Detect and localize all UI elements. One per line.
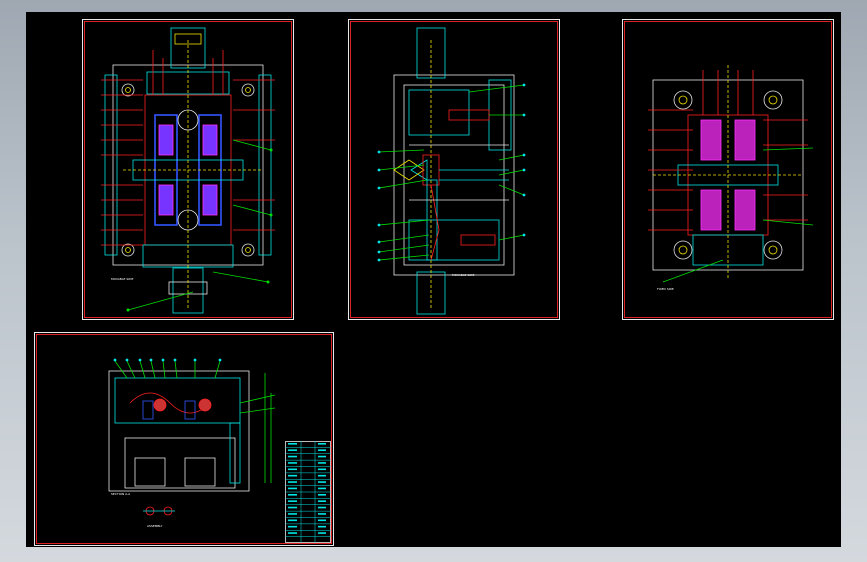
title-block-cell-text: [288, 443, 297, 445]
title-block-cell-text: [318, 468, 326, 471]
mold-plan-view-left: [101, 27, 275, 314]
title-block-cell-text: [288, 513, 297, 515]
title-block-cell-text: [318, 494, 326, 496]
detail-caption: ASSEMBLY: [147, 524, 163, 528]
cad-drawing-canvas[interactable]: MOVABLE SIDE MOVABLE SIDE FIXED SIDE SEC…: [26, 12, 841, 547]
title-block-cell-text: [318, 443, 326, 445]
title-block-cell-text: [288, 481, 297, 483]
sheet-caption: SECTION A-A: [111, 492, 131, 496]
title-block-cell-text: [288, 487, 297, 490]
title-block-cell-text: [318, 500, 326, 502]
sheet-caption: FIXED SIDE: [657, 287, 674, 291]
title-block-cell-text: [288, 525, 297, 528]
title-block: [285, 441, 331, 543]
title-block-cell-text: [318, 455, 326, 458]
sheet-caption: MOVABLE SIDE: [452, 273, 475, 277]
title-block-cell-text: [288, 462, 297, 464]
sheet-caption: MOVABLE SIDE: [111, 277, 134, 281]
drawing-sheet-side-section[interactable]: MOVABLE SIDE: [348, 19, 560, 320]
title-block-cell-text: [288, 506, 297, 509]
title-block-cell-text: [288, 449, 297, 451]
title-block-cell-text: [318, 519, 326, 522]
title-block-cell-text: [318, 474, 326, 477]
title-block-cell-text: [288, 494, 297, 496]
title-block-cell-text: [318, 449, 326, 451]
title-block-cell-text: [318, 513, 326, 515]
title-block-cell-text: [318, 481, 326, 483]
title-block-cell-text: [288, 532, 297, 534]
title-block-cell-text: [318, 487, 326, 490]
drawing-sheet-assembly[interactable]: SECTION A-A ASSEMBLY: [34, 332, 334, 546]
title-block-cell-text: [318, 532, 326, 534]
title-block-cell-text: [288, 519, 297, 522]
title-block-cell-text: [288, 500, 297, 502]
mold-plan-view-right: [648, 65, 814, 283]
title-block-cell-text: [318, 462, 326, 464]
title-block-cell-text: [288, 455, 297, 458]
title-block-cell-text: [288, 468, 297, 471]
drawing-sheet-top-view-right[interactable]: FIXED SIDE: [622, 19, 834, 320]
drawing-sheet-top-view-left[interactable]: MOVABLE SIDE: [82, 19, 294, 320]
title-block-cell-text: [318, 525, 326, 528]
title-block-cell-text: [288, 474, 297, 477]
title-block-cell-text: [318, 506, 326, 509]
